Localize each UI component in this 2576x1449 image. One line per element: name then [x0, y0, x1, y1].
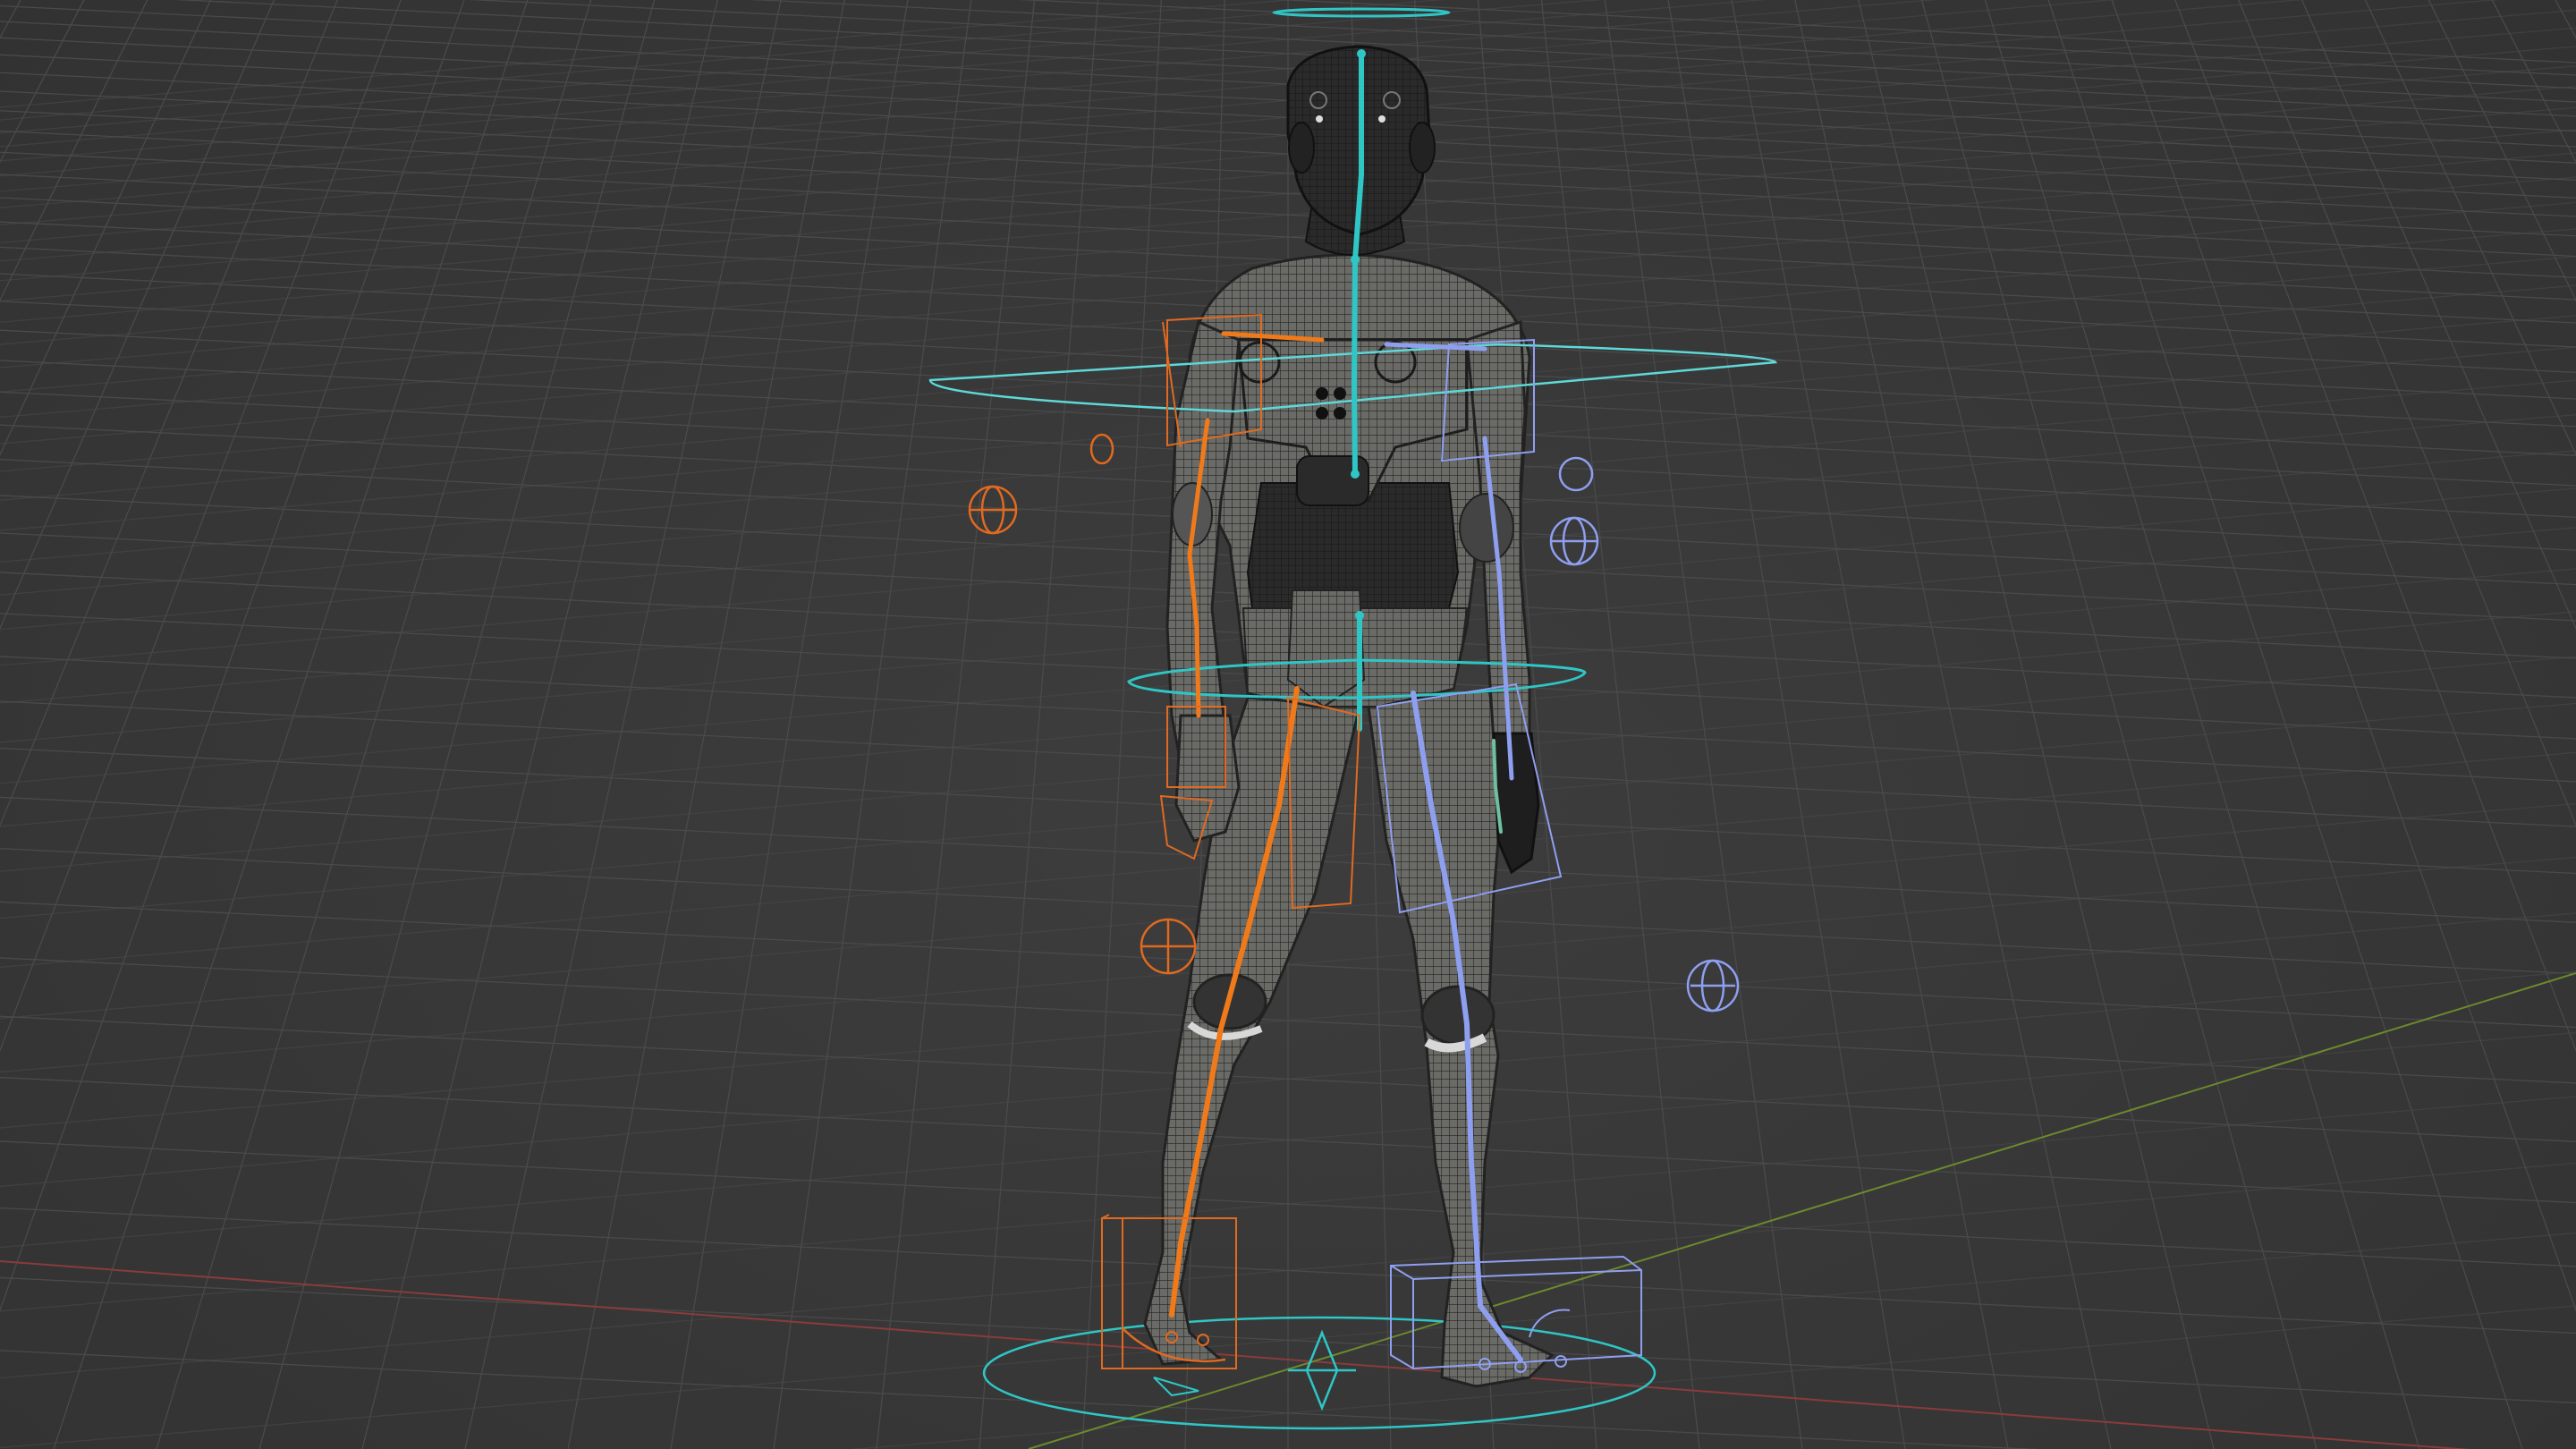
left-hand-mesh[interactable] — [1174, 714, 1241, 843]
y-axis-line — [1028, 972, 2576, 1449]
viewport-canvas[interactable] — [0, 0, 2576, 1449]
head-top-control[interactable] — [1272, 7, 1451, 18]
left-elbow-pole-control[interactable] — [968, 485, 1018, 535]
3d-viewport[interactable] — [0, 0, 2576, 1449]
right-elbow-pole-control[interactable] — [1549, 516, 1599, 566]
root-control-circle[interactable] — [982, 1316, 1657, 1430]
right-shoulder-control[interactable] — [1558, 456, 1594, 492]
left-knee-pole-control[interactable] — [1140, 918, 1197, 975]
right-knee-pole-control[interactable] — [1686, 959, 1740, 1013]
root-pivot[interactable] — [1288, 1329, 1356, 1411]
